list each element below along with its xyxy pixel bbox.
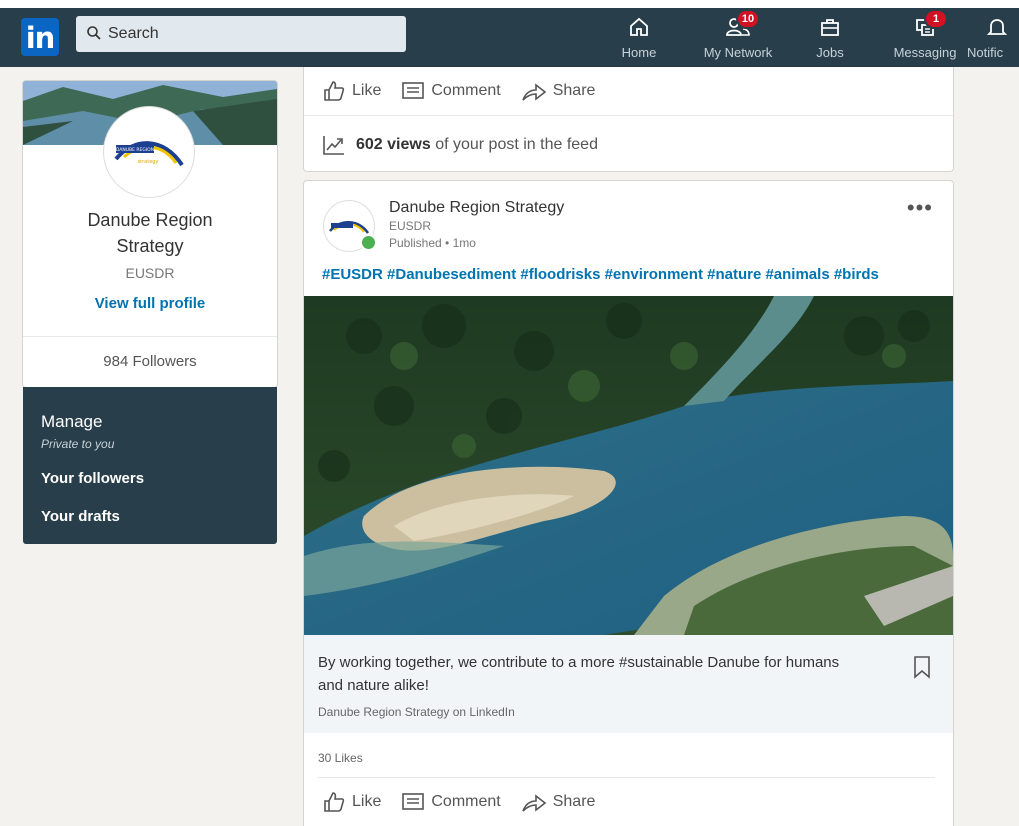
card-divider: [23, 336, 277, 337]
post-card: Danube Region Strategy EUSDR Published •…: [304, 181, 953, 826]
aerial-river-photo: [304, 296, 953, 635]
your-drafts-link[interactable]: Your drafts: [41, 508, 120, 525]
comment-button[interactable]: Comment: [401, 79, 501, 103]
linkedin-logo[interactable]: in: [21, 18, 59, 56]
thumbs-up-icon: [324, 81, 345, 101]
messaging-badge: 1: [926, 11, 946, 27]
comment-icon: [402, 793, 425, 810]
nav-messaging-label: Messaging: [893, 45, 957, 60]
post-author-subtitle: EUSDR: [389, 219, 432, 233]
top-bar: in Search Home 10 My Network Jobs 1 Mess…: [0, 0, 1019, 67]
comment-icon: [402, 82, 425, 99]
share-label: Share: [552, 793, 596, 810]
like-button[interactable]: Like: [322, 790, 381, 814]
danube-logo: DANUBE REGION strategy: [114, 141, 184, 167]
likes-count[interactable]: 30 Likes: [318, 751, 363, 765]
views-count: 602 views: [356, 136, 431, 153]
post-published-meta: Published • 1mo: [389, 236, 476, 250]
online-status-dot: [362, 236, 375, 249]
more-options-icon[interactable]: •••: [907, 195, 933, 221]
post-source: Danube Region Strategy on LinkedIn: [318, 705, 515, 719]
nav-messaging[interactable]: 1 Messaging: [888, 8, 962, 67]
like-label: Like: [352, 793, 382, 810]
views-suffix: of your post in the feed: [435, 136, 598, 153]
like-button[interactable]: Like: [322, 79, 381, 103]
previous-post-card: Like Comment Share 602 views of your pos…: [304, 67, 953, 171]
search-box[interactable]: Search: [76, 16, 406, 52]
post-link-preview[interactable]: By working together, we contribute to a …: [304, 635, 953, 733]
prev-post-divider: [304, 115, 953, 116]
share-icon: [521, 794, 547, 812]
share-button[interactable]: Share: [521, 79, 596, 103]
nav-home[interactable]: Home: [612, 8, 666, 67]
comment-label: Comment: [431, 82, 501, 99]
org-avatar[interactable]: DANUBE REGION strategy: [104, 107, 194, 197]
nav-jobs[interactable]: Jobs: [808, 8, 852, 67]
manage-panel: Manage Private to you Your followers You…: [23, 387, 277, 544]
share-label: Share: [552, 82, 596, 99]
post-hashtags[interactable]: #EUSDR #Danubesediment #floodrisks #envi…: [322, 266, 879, 283]
prev-post-actions: Like Comment Share: [322, 76, 595, 106]
post-image[interactable]: [304, 296, 953, 635]
search-input[interactable]: Search: [108, 25, 159, 43]
svg-text:strategy: strategy: [138, 159, 159, 165]
org-profile-card: DANUBE REGION strategy Danube Region Str…: [23, 81, 277, 387]
share-icon: [521, 83, 547, 101]
nav-my-network[interactable]: 10 My Network: [696, 8, 780, 67]
global-nav: in Search Home 10 My Network Jobs 1 Mess…: [0, 8, 1019, 67]
network-badge: 10: [738, 11, 758, 27]
manage-title: Manage: [41, 412, 103, 431]
bookmark-icon[interactable]: [913, 655, 931, 679]
search-icon: [87, 26, 101, 40]
post-divider: [318, 777, 935, 778]
org-subtitle: EUSDR: [125, 265, 175, 281]
thumbs-up-icon: [324, 792, 345, 812]
post-actions: Like Comment Share: [322, 787, 595, 817]
nav-notifications-label: Notific: [967, 45, 1004, 60]
nav-notifications[interactable]: Notific: [965, 8, 1019, 67]
your-followers-link[interactable]: Your followers: [41, 470, 144, 487]
post-caption: By working together, we contribute to a …: [318, 654, 840, 694]
manage-privacy-note: Private to you: [41, 437, 115, 451]
analytics-icon: [323, 136, 344, 155]
post-views[interactable]: 602 views of your post in the feed: [322, 134, 598, 156]
briefcase-icon: [821, 19, 839, 36]
bell-icon: [986, 19, 1008, 35]
nav-my-network-label: My Network: [703, 45, 773, 60]
svg-text:DANUBE REGION: DANUBE REGION: [116, 147, 154, 153]
post-author-name[interactable]: Danube Region Strategy: [389, 199, 564, 217]
comment-label: Comment: [431, 793, 501, 810]
nav-jobs-label: Jobs: [816, 45, 844, 60]
home-icon: [630, 17, 648, 36]
comment-button[interactable]: Comment: [401, 790, 501, 814]
view-full-profile-link[interactable]: View full profile: [23, 295, 277, 312]
org-name: Danube Region Strategy: [87, 210, 213, 256]
nav-home-label: Home: [621, 45, 657, 60]
followers-count[interactable]: 984 Followers: [23, 353, 277, 370]
like-label: Like: [352, 82, 382, 99]
share-button[interactable]: Share: [521, 790, 596, 814]
